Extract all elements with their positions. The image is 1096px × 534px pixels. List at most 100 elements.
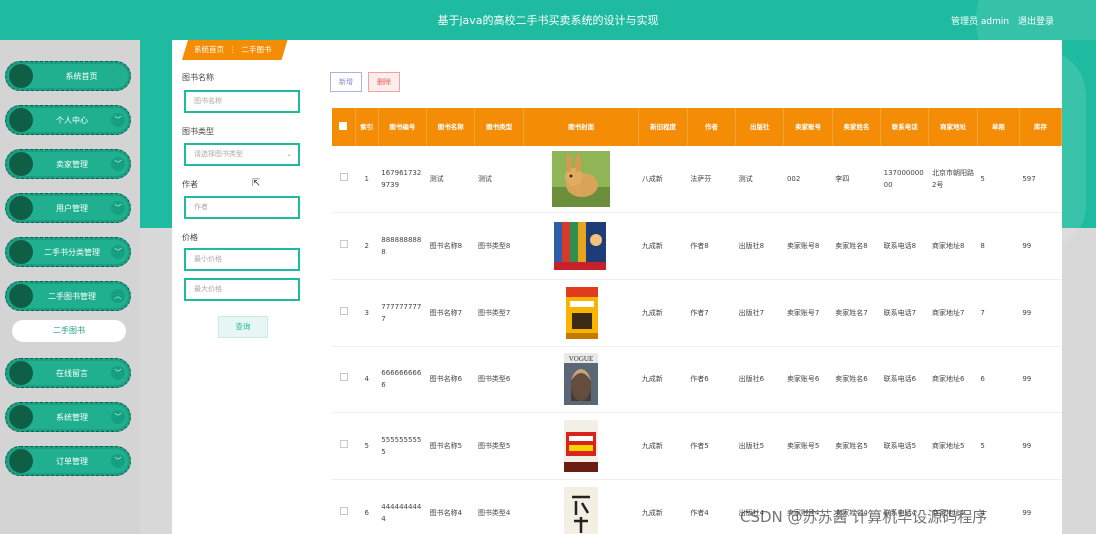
search-button[interactable]: 查询 (218, 316, 268, 338)
book-name: 图书名称8 (429, 242, 463, 251)
book-author: 作者5 (690, 442, 709, 451)
price-label: 价格 (182, 233, 198, 242)
table-row[interactable]: 2 8888888888 图书名称8 图书类型8 九成新 作者8 出版社8 卖家账号8 卖家姓名… (332, 213, 1062, 280)
sidebar-item-0[interactable]: 系统首页 (5, 61, 131, 91)
contact-phone: 联系电话8 (883, 242, 917, 251)
sidebar-item-2[interactable]: 卖家管理 ﹀ (5, 149, 131, 179)
stock-count: 99 (1022, 508, 1032, 517)
purchase-limit: 8 (980, 242, 985, 251)
purchase-limit: 7 (980, 308, 985, 317)
sidebar-item-label: 系统管理 (56, 412, 88, 422)
column-header: 图书名称 (426, 108, 476, 146)
book-code: 5555555555 (381, 436, 422, 457)
sidebar-subitem-books[interactable]: 二手图书 (12, 320, 126, 342)
book-type-select[interactable]: 请选择图书类型 ⌄ (184, 143, 300, 166)
chevron-down-icon: ﹀ (111, 410, 125, 424)
add-button[interactable]: 新增 (330, 72, 362, 92)
sidebar-item-4[interactable]: 二手书分类管理 ﹀ (5, 237, 131, 267)
author-input[interactable]: 作者 (184, 196, 300, 219)
nav-dot-icon (9, 240, 33, 264)
book-cover (523, 479, 639, 534)
book-name: 测试 (429, 175, 444, 184)
sidebar-item-label: 用户管理 (56, 203, 88, 213)
books-table: 索引 图书编号 图书名称 图书类型 图书封面 新旧程度 作者 出版社 卖家账号 卖家姓名 联系电话商… (332, 108, 1062, 534)
name-label: 图书名称 (182, 73, 214, 82)
shop-address: 商家地址6 (931, 375, 965, 384)
row-checkbox[interactable] (332, 346, 355, 413)
sidebar-item-1[interactable]: 个人中心 ﹀ (5, 105, 131, 135)
book-condition: 九成新 (641, 308, 663, 317)
row-checkbox[interactable] (332, 213, 355, 280)
book-type: 图书类型7 (477, 308, 511, 317)
delete-button[interactable]: 删除 (368, 72, 400, 92)
book-type: 图书类型6 (477, 375, 511, 384)
seller-name: 李四 (835, 175, 850, 184)
chevron-down-icon: ﹀ (111, 245, 125, 259)
nav-dot-icon (9, 108, 33, 132)
row-checkbox[interactable] (332, 279, 355, 346)
book-name-input[interactable]: 图书名称 (184, 90, 300, 113)
table-row[interactable]: 3 7777777777 图书名称7 图书类型7 九成新 作者7 出版社7 卖家账号7 卖家姓名… (332, 279, 1062, 347)
column-header: 作者 (687, 108, 737, 146)
book-name: 图书名称7 (429, 308, 463, 317)
chevron-down-icon: ﹀ (111, 157, 125, 171)
book-code: 8888888888 (381, 236, 422, 257)
row-index: 5 (364, 442, 369, 451)
column-header: 索引 (355, 108, 379, 146)
nav-dot-icon (9, 152, 33, 176)
sidebar-item-5[interactable]: 二手图书管理 ︿ (5, 281, 131, 311)
row-checkbox[interactable] (332, 146, 355, 213)
breadcrumb-home[interactable]: 系统首页 (194, 45, 224, 54)
row-checkbox[interactable] (332, 479, 355, 534)
select-all-checkbox[interactable] (332, 108, 356, 146)
book-cover (523, 213, 639, 280)
app-title: 基于java的高校二手书买卖系统的设计与实现 (437, 14, 659, 27)
breadcrumb: 系统首页 ⋮ 二手图书 (182, 40, 288, 60)
seller-name: 卖家姓名7 (835, 308, 868, 317)
book-type: 测试 (477, 175, 492, 184)
book-cover-image (552, 218, 610, 274)
book-code: 1679617329739 (381, 169, 422, 190)
type-select-placeholder: 请选择图书类型 (194, 150, 243, 158)
row-checkbox[interactable] (332, 413, 355, 480)
sidebar-item-8[interactable]: 订单管理 ﹀ (5, 446, 131, 476)
row-index: 3 (364, 308, 369, 317)
table-row[interactable]: 4 6666666666 图书名称6 图书类型6 VOGUE 九成新 作者6 出版社6 卖家账号… (332, 346, 1062, 413)
book-cover-image: VOGUE (552, 351, 610, 407)
max-price-input[interactable]: 最大价格 (184, 278, 300, 301)
sidebar-item-label: 卖家管理 (56, 159, 88, 169)
book-code: 6666666666 (381, 369, 422, 390)
nav-dot-icon (9, 405, 33, 429)
table-row[interactable]: 5 5555555555 图书名称5 图书类型5 九成新 作者5 出版社5 卖家账号5 卖家姓名… (332, 413, 1062, 480)
nav-dot-icon (9, 284, 33, 308)
min-price-input[interactable]: 最小价格 (184, 248, 300, 271)
book-code: 4444444444 (381, 502, 422, 523)
books-table-wrapper: 索引 图书编号 图书名称 图书类型 图书封面 新旧程度 作者 出版社 卖家账号 卖家姓名 联系电话商… (332, 108, 1062, 534)
row-index: 4 (364, 375, 369, 384)
sidebar-item-3[interactable]: 用户管理 ﹀ (5, 193, 131, 223)
logout-link[interactable]: 退出登录 (1018, 17, 1054, 27)
row-index: 1 (364, 175, 369, 184)
column-header: 图书封面 (523, 108, 640, 146)
chevron-down-icon: ﹀ (111, 366, 125, 380)
book-type: 图书类型4 (477, 508, 511, 517)
book-publisher: 出版社8 (738, 242, 765, 251)
seller-name: 卖家姓名8 (835, 242, 868, 251)
book-type: 图书类型5 (477, 442, 511, 451)
column-header: 图书类型 (474, 108, 524, 146)
column-header: 库存 (1019, 108, 1062, 146)
book-author: 作者8 (690, 242, 709, 251)
sidebar-item-6[interactable]: 在线留言 ﹀ (5, 358, 131, 388)
table-row[interactable]: 1 1679617329739 测试 测试 八成新 法萨芬 测试 002 李四 137000000… (332, 146, 1062, 213)
sidebar-item-7[interactable]: 系统管理 ﹀ (5, 402, 131, 432)
shop-address: 北京市朝阳路2号 (931, 169, 974, 190)
column-header: 图书编号 (378, 108, 428, 146)
sidebar: 系统首页 个人中心 ﹀ 卖家管理 ﹀ 用户管理 ﹀ 二手书分类管理 ﹀ 二手图书管理 ︿ 在线留言 ﹀ 系… (0, 40, 140, 534)
book-cover-image (552, 485, 610, 534)
shop-address: 商家地址5 (931, 442, 965, 451)
nav-dot-icon (9, 196, 33, 220)
nav-dot-icon (9, 361, 33, 385)
chevron-down-icon: ﹀ (111, 113, 125, 127)
book-publisher: 出版社5 (738, 442, 765, 451)
breadcrumb-current: 二手图书 (241, 45, 272, 54)
